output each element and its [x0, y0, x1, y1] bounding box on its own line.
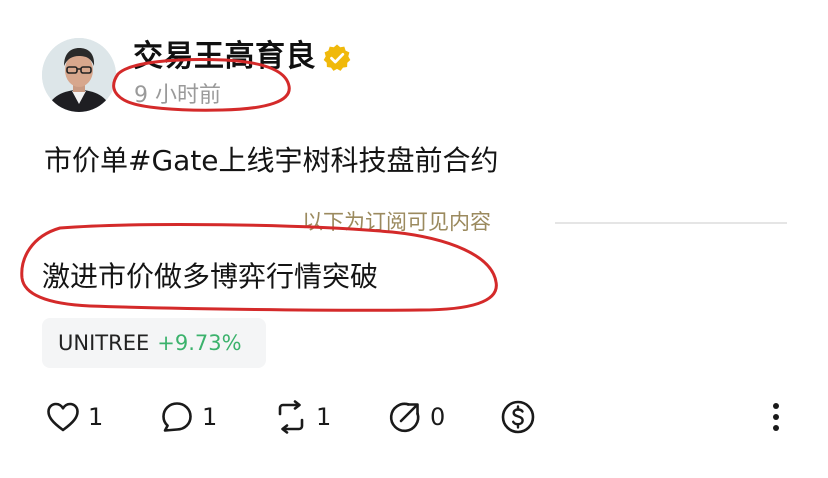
- repost-count: 1: [316, 403, 332, 431]
- post-text: 市价单#Gate上线宇树科技盘前合约: [44, 144, 499, 177]
- subscriber-divider-line: [555, 222, 787, 224]
- subscriber-divider-label: 以下为订阅可见内容: [302, 210, 491, 234]
- more-options-button[interactable]: [766, 397, 786, 437]
- ticker-change: +9.73%: [157, 331, 242, 355]
- like-count: 1: [88, 403, 104, 431]
- like-button[interactable]: 1: [46, 397, 103, 437]
- author-name[interactable]: 交易王高育良: [133, 38, 316, 76]
- share-count: 0: [430, 403, 446, 431]
- ticker-symbol: UNITREE: [58, 331, 150, 355]
- heart-icon: [47, 402, 79, 432]
- share-button[interactable]: 0: [388, 397, 445, 437]
- dollar-tip-icon: [501, 400, 535, 434]
- comment-count: 1: [202, 403, 218, 431]
- post-timestamp: 9 小时前: [134, 83, 221, 108]
- ticker-chip[interactable]: UNITREE +9.73%: [42, 318, 266, 368]
- share-arrow-icon: [389, 402, 420, 433]
- more-vertical-icon: [773, 403, 779, 431]
- subscriber-only-text: 激进市价做多博弈行情突破: [42, 260, 379, 293]
- verified-badge-icon: [322, 43, 352, 73]
- comment-button[interactable]: 1: [160, 397, 217, 437]
- author-avatar[interactable]: [42, 38, 116, 112]
- avatar-image: [42, 38, 116, 112]
- repost-icon: [278, 400, 304, 434]
- comment-bubble-icon: [162, 402, 192, 432]
- repost-button[interactable]: 1: [274, 397, 331, 437]
- tip-button[interactable]: [500, 397, 536, 437]
